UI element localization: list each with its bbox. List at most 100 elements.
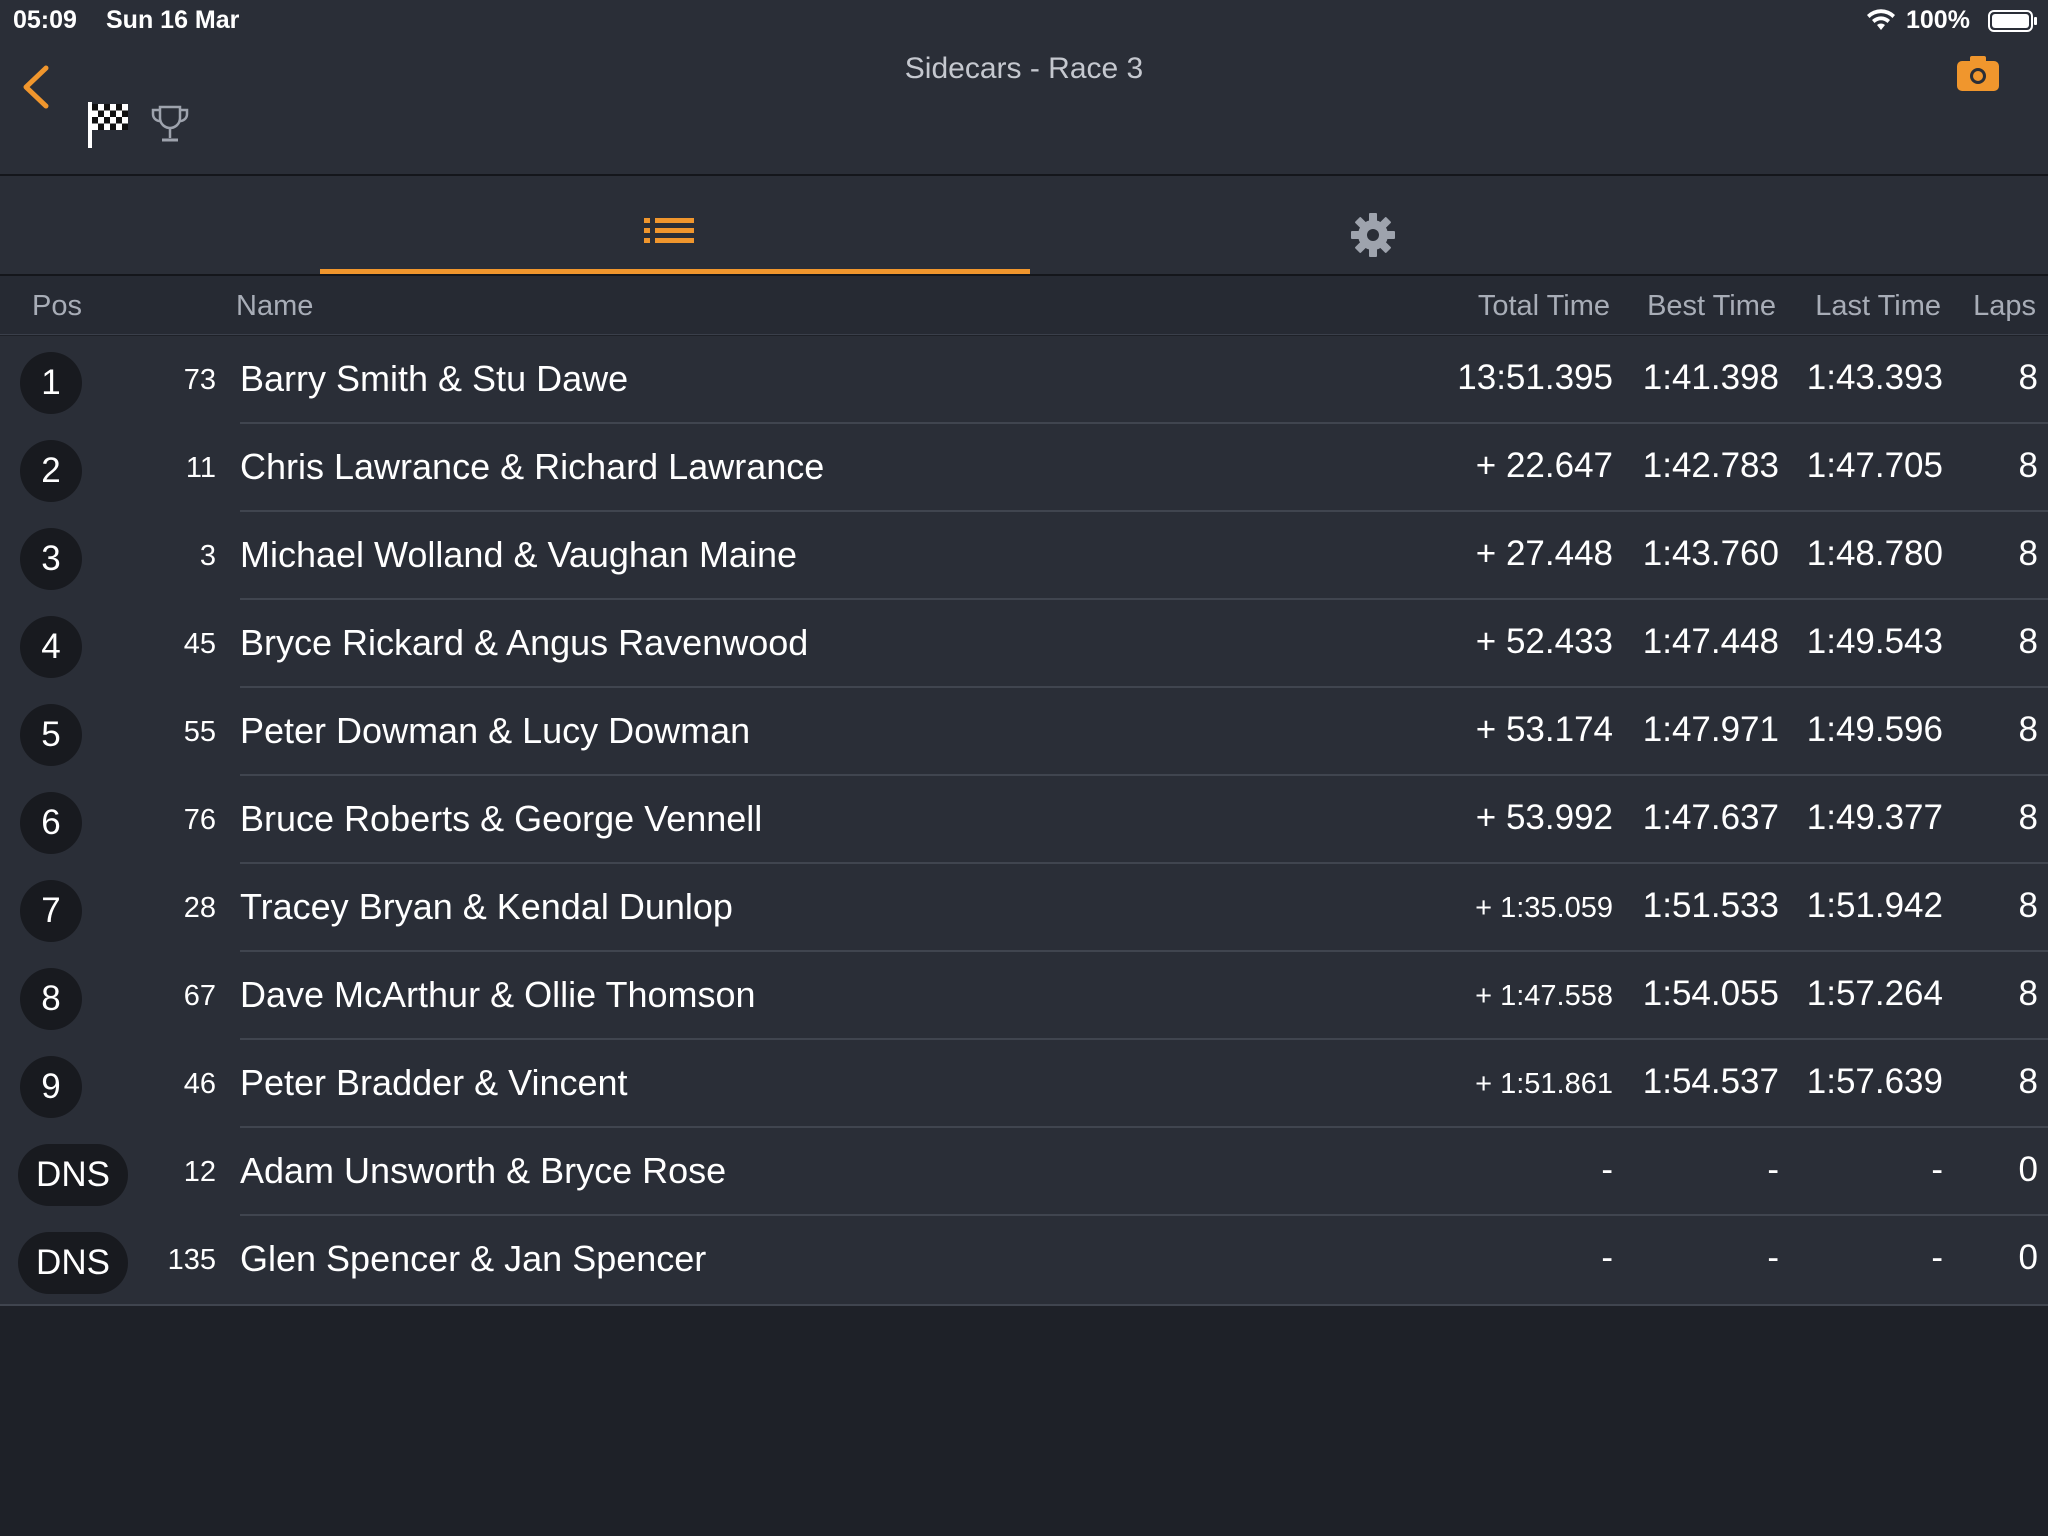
table-row[interactable]: 2 11 Chris Lawrance & Richard Lawrance + 22… <box>0 424 2048 512</box>
status-time: 05:09 <box>13 6 77 34</box>
total-time: + 1:35.059 <box>1475 892 1613 924</box>
rider-names: Chris Lawrance & Richard Lawrance <box>240 446 825 487</box>
last-time: 1:49.377 <box>1806 798 1943 837</box>
position-badge: 7 <box>20 880 82 942</box>
battery-icon <box>1988 10 2037 32</box>
best-time: 1:54.537 <box>1642 1062 1779 1101</box>
laps-count: 8 <box>2018 798 2038 837</box>
results-table: 1 73 Barry Smith & Stu Dawe 13:51.395 1:41.3… <box>0 336 2048 1306</box>
status-bar: 05:09 Sun 16 Mar 100% <box>0 0 2048 40</box>
table-bottom-divider <box>0 1304 2048 1306</box>
best-time: 1:47.971 <box>1642 710 1779 749</box>
position-badge: 4 <box>20 616 82 678</box>
position-badge: 2 <box>20 440 82 502</box>
tab-results-list[interactable] <box>320 176 1030 274</box>
position-badge: 1 <box>20 352 82 414</box>
rider-names: Barry Smith & Stu Dawe <box>240 358 629 399</box>
total-time: + 22.647 <box>1475 446 1613 485</box>
rider-names: Peter Bradder & Vincent <box>240 1062 628 1103</box>
table-row[interactable]: 1 73 Barry Smith & Stu Dawe 13:51.395 1:41.3… <box>0 336 2048 424</box>
total-time: + 1:51.861 <box>1475 1068 1613 1100</box>
race-number: 55 <box>183 716 216 748</box>
total-time: + 53.992 <box>1475 798 1613 837</box>
race-number: 135 <box>167 1244 216 1276</box>
laps-count: 8 <box>2018 974 2038 1013</box>
total-time: 13:51.395 <box>1457 358 1613 397</box>
table-row[interactable]: 7 28 Tracey Bryan & Kendal Dunlop + 1:35.05… <box>0 864 2048 952</box>
last-time: 1:57.639 <box>1806 1062 1943 1101</box>
header-total-time[interactable]: Total Time <box>1478 290 1610 323</box>
table-row[interactable]: DNS 135 Glen Spencer & Jan Spencer - - - 0 <box>0 1216 2048 1304</box>
laps-count: 8 <box>2018 446 2038 485</box>
checkered-flag-icon[interactable] <box>86 100 130 150</box>
best-time: 1:41.398 <box>1642 358 1779 397</box>
total-time: - <box>1601 1238 1613 1277</box>
last-time: 1:47.705 <box>1806 446 1943 485</box>
total-time: + 27.448 <box>1475 534 1613 573</box>
navigation-bar: Sidecars - Race 3 <box>0 40 2048 176</box>
header-best-time[interactable]: Best Time <box>1647 290 1776 323</box>
race-number: 12 <box>183 1156 216 1188</box>
position-badge: 3 <box>20 528 82 590</box>
header-name[interactable]: Name <box>236 290 313 323</box>
position-badge: 8 <box>20 968 82 1030</box>
table-row[interactable]: 8 67 Dave McArthur & Ollie Thomson + 1:47.5… <box>0 952 2048 1040</box>
last-time: 1:57.264 <box>1806 974 1943 1013</box>
status-date: Sun 16 Mar <box>106 6 240 34</box>
total-time: - <box>1601 1150 1613 1189</box>
page-title: Sidecars - Race 3 <box>904 52 1144 85</box>
race-number: 28 <box>183 892 216 924</box>
trophy-icon[interactable] <box>150 104 190 146</box>
tab-selected-indicator <box>320 269 1030 274</box>
table-row[interactable]: 9 46 Peter Bradder & Vincent + 1:51.861 1:54… <box>0 1040 2048 1128</box>
laps-count: 8 <box>2018 534 2038 573</box>
race-number: 46 <box>183 1068 216 1100</box>
laps-count: 0 <box>2018 1238 2038 1277</box>
race-number: 67 <box>183 980 216 1012</box>
tab-settings[interactable] <box>1030 176 1730 274</box>
table-row[interactable]: 3 3 Michael Wolland & Vaughan Maine + 27.44… <box>0 512 2048 600</box>
last-time: 1:48.780 <box>1806 534 1943 573</box>
last-time: 1:49.596 <box>1806 710 1943 749</box>
table-header: Pos Name Total Time Best Time Last Time … <box>0 276 2048 335</box>
last-time: 1:51.942 <box>1806 886 1943 925</box>
total-time: + 53.174 <box>1475 710 1613 749</box>
tab-bar <box>0 176 2048 276</box>
last-time: - <box>1931 1238 1943 1277</box>
laps-count: 8 <box>2018 358 2038 397</box>
table-row[interactable]: 5 55 Peter Dowman & Lucy Dowman + 53.174 1:4… <box>0 688 2048 776</box>
best-time: - <box>1767 1238 1779 1277</box>
race-number: 73 <box>183 364 216 396</box>
header-laps[interactable]: Laps <box>1973 290 2036 323</box>
total-time: + 1:47.558 <box>1475 980 1613 1012</box>
header-pos[interactable]: Pos <box>32 290 82 323</box>
laps-count: 0 <box>2018 1150 2038 1189</box>
rider-names: Peter Dowman & Lucy Dowman <box>240 710 751 751</box>
rider-names: Bruce Roberts & George Vennell <box>240 798 763 839</box>
best-time: - <box>1767 1150 1779 1189</box>
rider-names: Dave McArthur & Ollie Thomson <box>240 974 756 1015</box>
position-badge: DNS <box>18 1144 128 1206</box>
list-icon <box>644 218 694 243</box>
table-row[interactable]: 6 76 Bruce Roberts & George Vennell + 53.99… <box>0 776 2048 864</box>
table-row[interactable]: DNS 12 Adam Unsworth & Bryce Rose - - - 0 <box>0 1128 2048 1216</box>
last-time: - <box>1931 1150 1943 1189</box>
rider-names: Bryce Rickard & Angus Ravenwood <box>240 622 809 663</box>
position-badge: DNS <box>18 1232 128 1294</box>
laps-count: 8 <box>2018 622 2038 661</box>
battery-percentage: 100% <box>1906 6 1970 34</box>
header-last-time[interactable]: Last Time <box>1815 290 1941 323</box>
laps-count: 8 <box>2018 1062 2038 1101</box>
best-time: 1:51.533 <box>1642 886 1779 925</box>
table-row[interactable]: 4 45 Bryce Rickard & Angus Ravenwood + 52.4… <box>0 600 2048 688</box>
rider-names: Adam Unsworth & Bryce Rose <box>240 1150 727 1191</box>
camera-icon[interactable] <box>1956 54 2000 92</box>
best-time: 1:47.637 <box>1642 798 1779 837</box>
total-time: + 52.433 <box>1475 622 1613 661</box>
rider-names: Tracey Bryan & Kendal Dunlop <box>240 886 733 927</box>
laps-count: 8 <box>2018 886 2038 925</box>
position-badge: 6 <box>20 792 82 854</box>
race-number: 3 <box>199 540 216 572</box>
last-time: 1:43.393 <box>1806 358 1943 397</box>
race-number: 76 <box>183 804 216 836</box>
